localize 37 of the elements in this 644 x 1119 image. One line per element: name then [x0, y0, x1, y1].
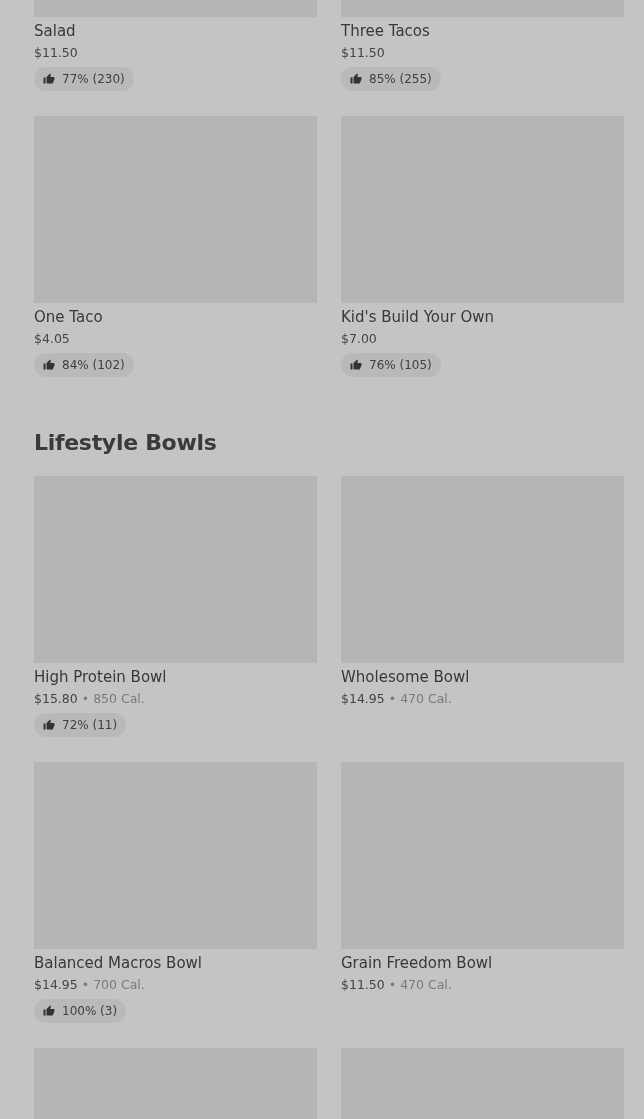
section-title: Lifestyle Bowls	[34, 429, 218, 457]
item-name[interactable]: Grain Freedom Bowl	[341, 952, 493, 974]
item-price: $7.00	[341, 330, 377, 348]
item-calories: 850 Cal.	[93, 690, 145, 708]
item-price: $14.95	[341, 690, 385, 708]
thumbs-up-icon	[43, 719, 55, 731]
rating-text: 84% (102)	[62, 358, 125, 372]
item-calories: 470 Cal.	[400, 690, 452, 708]
item-price: $15.80	[34, 690, 78, 708]
separator-dot: •	[388, 976, 397, 994]
separator-dot: •	[81, 690, 90, 708]
thumbs-up-icon	[43, 1005, 55, 1017]
item-price: $11.50	[341, 44, 385, 62]
item-price: $14.95	[34, 976, 78, 994]
rating-text: 76% (105)	[369, 358, 432, 372]
separator-dot: •	[81, 976, 90, 994]
item-price: $11.50	[34, 44, 78, 62]
item-name[interactable]: Kid's Build Your Own	[341, 306, 495, 328]
item-name[interactable]: High Protein Bowl	[34, 666, 167, 688]
item-name[interactable]: One Taco	[34, 306, 103, 328]
item-calories: 700 Cal.	[93, 976, 145, 994]
item-name[interactable]: Balanced Macros Bowl	[34, 952, 202, 974]
item-price: $4.05	[34, 330, 70, 348]
rating-text: 72% (11)	[62, 718, 118, 732]
item-calories: 470 Cal.	[400, 976, 452, 994]
thumbs-up-icon	[43, 73, 55, 85]
item-name[interactable]: Salad	[34, 20, 76, 42]
thumbs-up-icon	[350, 359, 362, 371]
item-name[interactable]: Wholesome Bowl	[341, 666, 470, 688]
item-name[interactable]: Three Tacos	[341, 20, 430, 42]
item-price: $11.50	[341, 976, 385, 994]
thumbs-up-icon	[43, 359, 55, 371]
rating-text: 100% (3)	[62, 1004, 118, 1018]
rating-text: 77% (230)	[62, 72, 125, 86]
thumbs-up-icon	[350, 73, 362, 85]
rating-text: 85% (255)	[369, 72, 432, 86]
separator-dot: •	[388, 690, 397, 708]
